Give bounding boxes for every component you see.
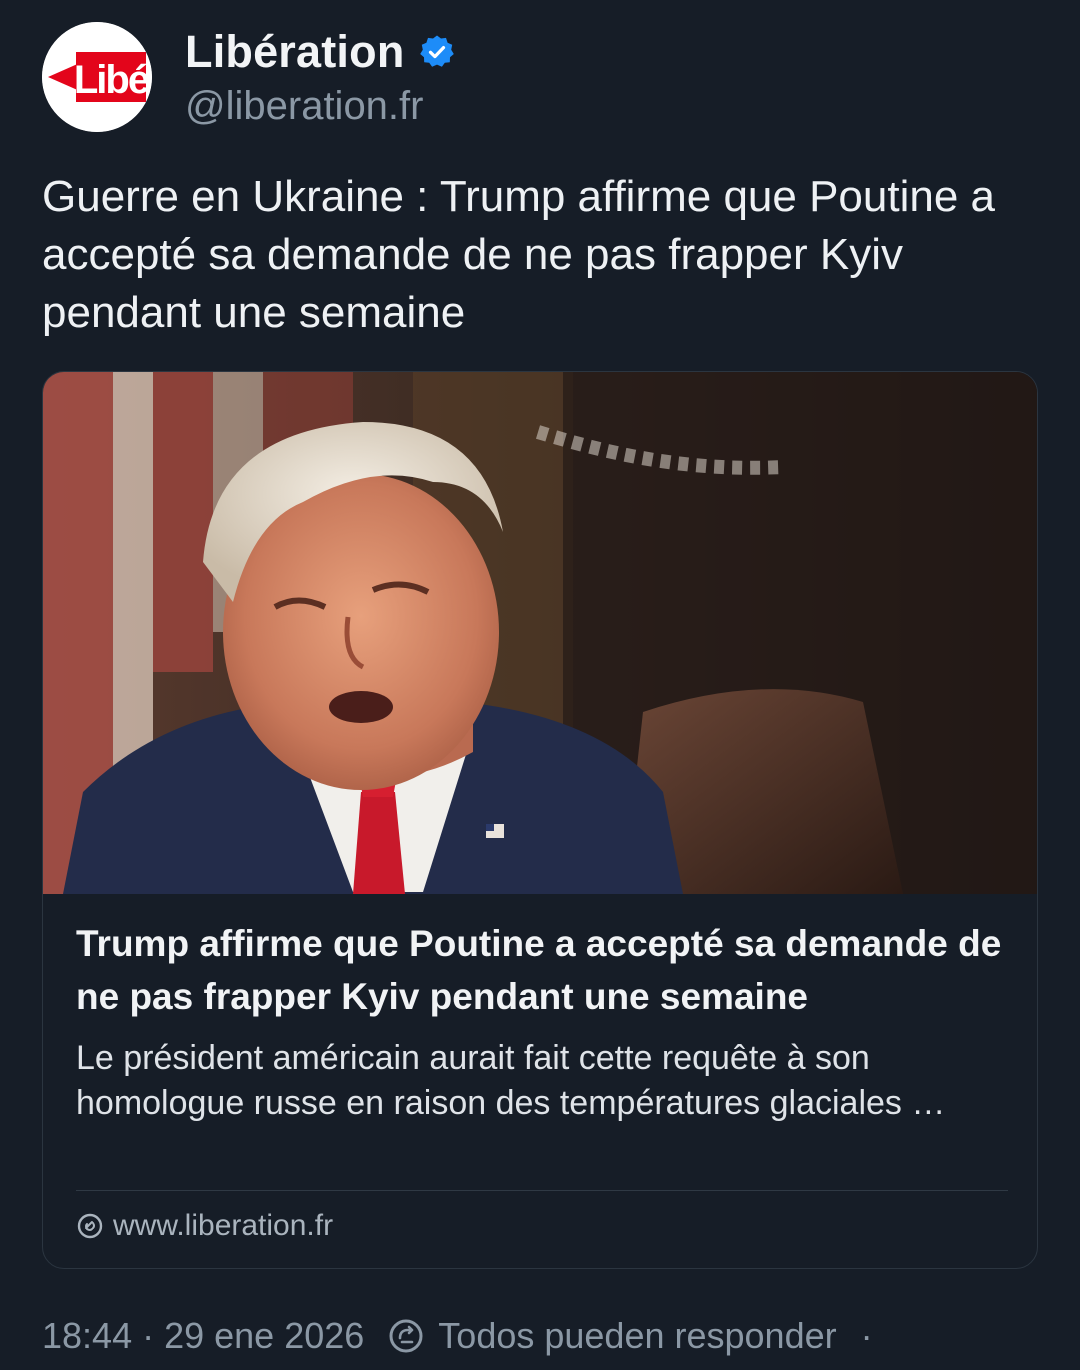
post-container: Libé Libération @liberation.fr Guerre en… [0,0,1080,1370]
link-card-divider [76,1190,1008,1191]
verified-badge-icon[interactable] [419,34,455,70]
link-card-description: Le président américain aurait fait cette… [76,1039,946,1122]
link-card-source[interactable]: www.liberation.fr [76,1209,333,1243]
reply-settings-icon [388,1318,424,1354]
liberation-logo-icon: Libé [42,22,152,132]
post-meta: 18:44 · 29 ene 2026 Todos pueden respond… [42,1315,873,1357]
link-globe-icon [76,1212,104,1240]
author-handle[interactable]: @liberation.fr [185,84,423,129]
author-display-name[interactable]: Libération [185,26,455,78]
svg-text:Libé: Libé [74,58,149,102]
post-time[interactable]: 18:44 [42,1315,132,1357]
link-card-source-text: www.liberation.fr [113,1209,334,1242]
link-card-body: Trump affirme que Poutine a accepté sa d… [76,917,1008,1126]
author-avatar[interactable]: Libé [42,22,152,132]
meta-trailing-dot: · [860,1315,873,1356]
post-date[interactable]: 29 ene 2026 [164,1315,364,1357]
reply-setting-label[interactable]: Todos pueden responder [438,1315,836,1357]
article-photo[interactable] [43,372,1037,894]
display-name-text: Libération [185,26,405,77]
link-card[interactable]: Trump affirme que Poutine a accepté sa d… [42,371,1038,1269]
link-card-title[interactable]: Trump affirme que Poutine a accepté sa d… [76,917,1008,1023]
post-text: Guerre en Ukraine : Trump affirme que Po… [42,172,996,337]
meta-separator: · [142,1315,155,1356]
